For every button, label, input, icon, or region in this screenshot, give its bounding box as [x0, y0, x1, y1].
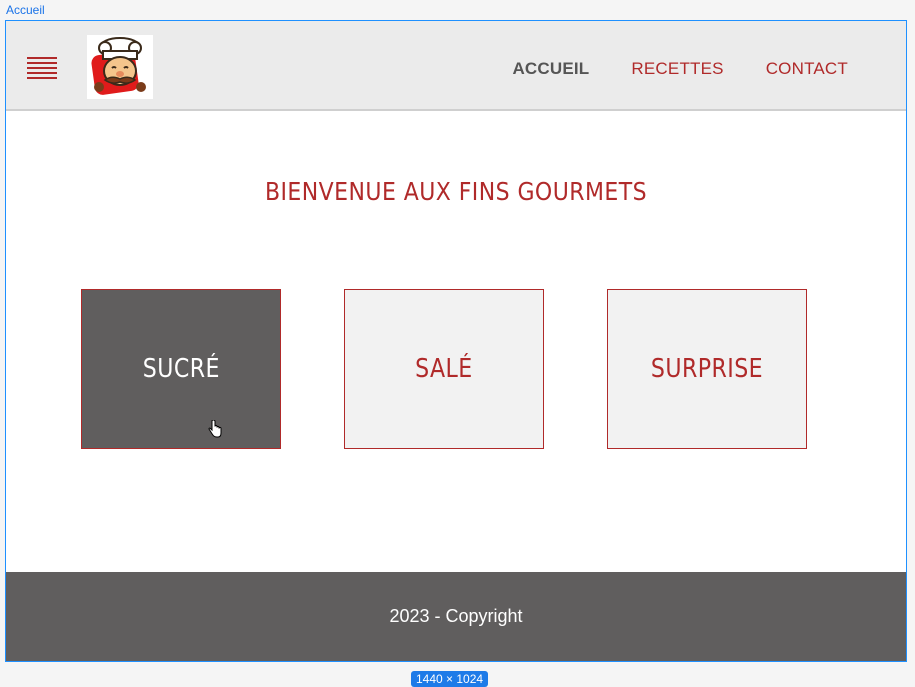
- frame-size-badge: 1440 × 1024: [411, 671, 489, 687]
- main-nav: ACCUEIL RECETTES CONTACT: [512, 59, 848, 79]
- category-card-sale[interactable]: SALÉ: [344, 289, 544, 449]
- nav-item-accueil[interactable]: ACCUEIL: [512, 59, 589, 79]
- frame-label: Accueil: [6, 3, 45, 17]
- hamburger-menu-icon[interactable]: [27, 57, 57, 79]
- category-card-surprise[interactable]: SURPRISE: [607, 289, 807, 449]
- category-card-label: SALÉ: [415, 354, 473, 384]
- hand-cursor-icon: [208, 420, 222, 438]
- nav-item-recettes[interactable]: RECETTES: [631, 59, 723, 79]
- page-frame: ACCUEIL RECETTES CONTACT BIENVENUE AUX F…: [5, 20, 907, 662]
- nav-item-contact[interactable]: CONTACT: [766, 59, 848, 79]
- category-card-label: SUCRÉ: [142, 354, 220, 384]
- footer: 2023 - Copyright: [6, 572, 906, 661]
- page-title: BIENVENUE AUX FINS GOURMETS: [264, 177, 648, 206]
- category-card-sucre[interactable]: SUCRÉ: [81, 289, 281, 449]
- header: ACCUEIL RECETTES CONTACT: [6, 21, 906, 111]
- chef-logo-icon[interactable]: [87, 35, 153, 99]
- category-card-label: SURPRISE: [650, 354, 764, 384]
- footer-copyright: 2023 - Copyright: [389, 606, 523, 626]
